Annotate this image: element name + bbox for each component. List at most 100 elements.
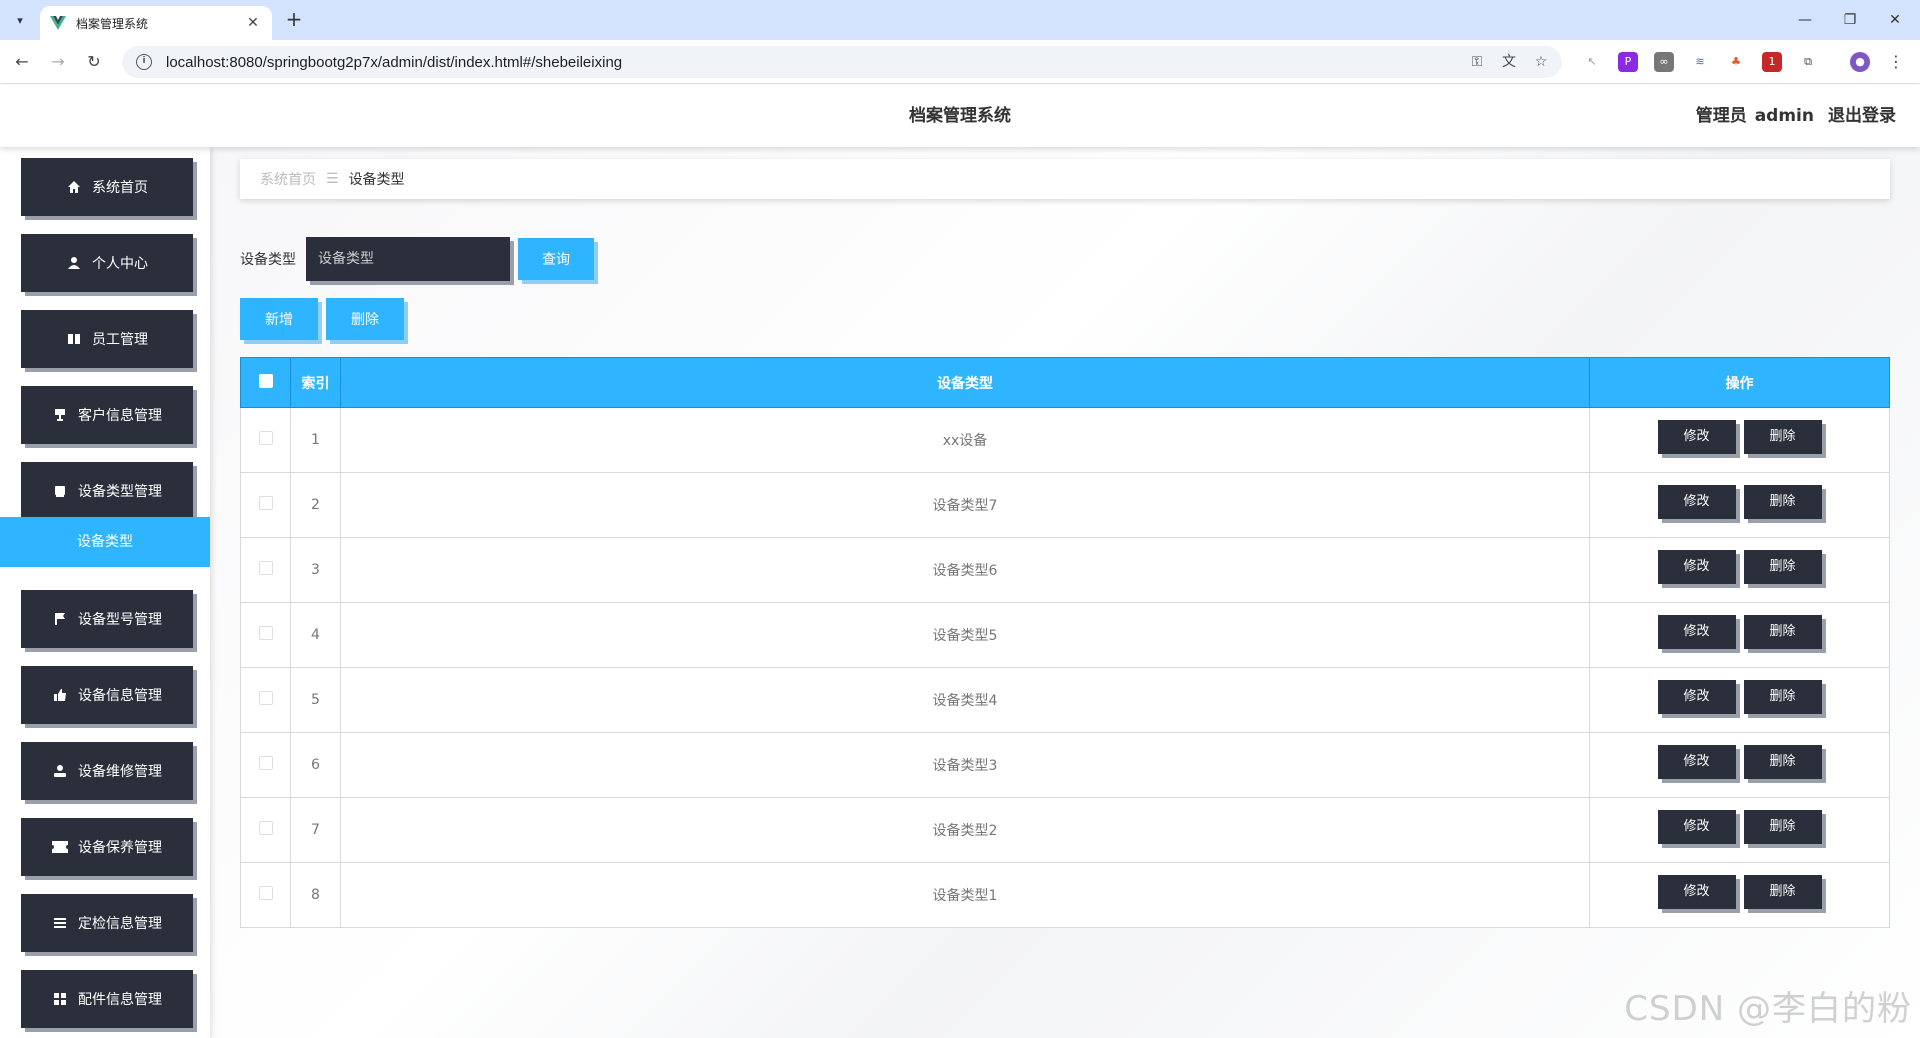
edit-button[interactable]: 修改: [1657, 745, 1736, 779]
extensions-puzzle-icon[interactable]: ⧉: [1798, 52, 1818, 72]
restore-icon[interactable]: ❐: [1835, 8, 1865, 32]
edit-button[interactable]: 修改: [1657, 550, 1736, 584]
edit-button[interactable]: 修改: [1657, 875, 1736, 909]
row-ops: 修改 删除: [1589, 667, 1890, 733]
extension-purple-icon[interactable]: P: [1618, 52, 1638, 72]
sidebar-item-device-repair[interactable]: 设备维修管理: [21, 742, 193, 800]
profile-avatar-icon[interactable]: ●: [1850, 52, 1870, 72]
submenu-item-device-type[interactable]: 设备类型: [0, 517, 210, 567]
vue-favicon-icon: [50, 15, 66, 31]
edit-button[interactable]: 修改: [1657, 810, 1736, 844]
person-icon: [52, 763, 68, 779]
extension-cursor-icon[interactable]: ↖: [1582, 52, 1602, 72]
delete-button[interactable]: 删除: [1743, 875, 1822, 909]
extension-tree-icon[interactable]: ♣: [1726, 52, 1746, 72]
row-checkbox[interactable]: [258, 756, 273, 770]
edit-button[interactable]: 修改: [1657, 485, 1736, 519]
url-text[interactable]: localhost:8080/springbootg2p7x/admin/dis…: [166, 54, 1466, 71]
new-tab-icon[interactable]: +: [282, 8, 306, 32]
search-label: 设备类型: [240, 252, 296, 268]
row-checkbox[interactable]: [258, 496, 273, 510]
extension-shield-icon[interactable]: 1: [1762, 52, 1782, 72]
edit-button[interactable]: 修改: [1657, 420, 1736, 454]
breadcrumb-home[interactable]: 系统首页: [260, 169, 316, 189]
bookmark-star-icon[interactable]: ☆: [1530, 51, 1552, 73]
row-checkbox[interactable]: [258, 886, 273, 900]
delete-button[interactable]: 删除: [1743, 615, 1822, 649]
book-icon: [66, 331, 82, 347]
sidebar-item-inspection[interactable]: 定检信息管理: [21, 894, 193, 952]
reload-icon[interactable]: ↻: [82, 50, 106, 74]
sidebar-item-parts[interactable]: 配件信息管理: [21, 970, 193, 1028]
sidebar-item-device-info[interactable]: 设备信息管理: [21, 666, 193, 724]
ticket-icon: [52, 839, 68, 855]
sidebar-item-customers[interactable]: 客户信息管理: [21, 386, 193, 444]
sidebar-item-device-maintenance[interactable]: 设备保养管理: [21, 818, 193, 876]
sidebar-item-label: 系统首页: [92, 180, 148, 196]
index-header: 索引: [290, 357, 341, 408]
delete-button[interactable]: 删除: [1743, 745, 1822, 779]
row-checkbox[interactable]: [258, 561, 273, 575]
site-info-icon[interactable]: i: [136, 54, 152, 70]
extension-layers-icon[interactable]: ≋: [1690, 52, 1710, 72]
forward-icon[interactable]: →: [46, 50, 70, 74]
row-index: 7: [290, 797, 341, 863]
delete-button[interactable]: 删除: [1743, 680, 1822, 714]
sidebar: 系统首页 个人中心 员工管理 客户信息管理 设备类型管理 设备类型 设备型号管理…: [0, 147, 210, 1038]
sidebar-item-label: 设备型号管理: [78, 612, 162, 628]
table-row: 6 设备类型3 修改 删除: [240, 732, 1890, 798]
row-checkbox[interactable]: [258, 626, 273, 640]
home-icon: [66, 179, 82, 195]
tab-search-icon[interactable]: ▾: [8, 8, 32, 32]
query-button[interactable]: 查询: [518, 238, 594, 280]
edit-button[interactable]: 修改: [1657, 615, 1736, 649]
back-icon[interactable]: ←: [10, 50, 34, 74]
row-checkbox[interactable]: [258, 691, 273, 705]
batch-delete-button[interactable]: 删除: [326, 298, 404, 340]
sidebar-item-device-types[interactable]: 设备类型管理: [21, 462, 193, 520]
sidebar-item-label: 客户信息管理: [78, 408, 162, 424]
delete-button[interactable]: 删除: [1743, 550, 1822, 584]
edit-button[interactable]: 修改: [1657, 680, 1736, 714]
sidebar-item-label: 设备类型管理: [78, 484, 162, 500]
browser-toolbar: ← → ↻ i localhost:8080/springbootg2p7x/a…: [0, 40, 1920, 84]
window-close-icon[interactable]: ✕: [1880, 8, 1910, 32]
csdn-watermark: CSDN @李白的粉: [1624, 989, 1912, 1029]
tab-close-icon[interactable]: ✕: [244, 15, 262, 31]
user-role: 管理员: [1695, 106, 1747, 126]
sidebar-item-staff[interactable]: 员工管理: [21, 310, 193, 368]
type-header: 设备类型: [340, 357, 1590, 408]
row-index: 8: [290, 862, 341, 928]
delete-button[interactable]: 删除: [1743, 810, 1822, 844]
app-header: 档案管理系统 管理员 admin 退出登录: [0, 85, 1920, 147]
select-all-checkbox[interactable]: [258, 373, 273, 388]
action-bar: 新增 删除: [240, 298, 412, 340]
sidebar-item-device-models[interactable]: 设备型号管理: [21, 590, 193, 648]
translate-icon[interactable]: 文: [1498, 51, 1520, 73]
address-bar[interactable]: i localhost:8080/springbootg2p7x/admin/d…: [122, 46, 1562, 78]
browser-menu-icon[interactable]: ⋮: [1886, 52, 1906, 72]
row-select-cell: [240, 667, 291, 733]
add-button[interactable]: 新增: [240, 298, 318, 340]
device-type-search-input[interactable]: [306, 237, 510, 281]
key-icon[interactable]: ⚿: [1466, 51, 1488, 73]
extension-glasses-icon[interactable]: ∞: [1654, 52, 1674, 72]
browser-tab[interactable]: 档案管理系统 ✕: [40, 6, 272, 40]
delete-button[interactable]: 删除: [1743, 485, 1822, 519]
tab-title: 档案管理系统: [76, 16, 149, 31]
logout-button[interactable]: 退出登录: [1828, 106, 1896, 126]
row-ops: 修改 删除: [1589, 472, 1890, 538]
minimize-icon[interactable]: —: [1790, 8, 1820, 32]
browser-tabbar: ▾ 档案管理系统 ✕ + — ❐ ✕: [0, 0, 1920, 40]
sidebar-item-label: 设备信息管理: [78, 688, 162, 704]
table-row: 7 设备类型2 修改 删除: [240, 797, 1890, 863]
row-index: 5: [290, 667, 341, 733]
sidebar-item-label: 设备保养管理: [78, 840, 162, 856]
delete-button[interactable]: 删除: [1743, 420, 1822, 454]
table-row: 5 设备类型4 修改 删除: [240, 667, 1890, 733]
sidebar-item-home[interactable]: 系统首页: [21, 158, 193, 216]
sidebar-item-profile[interactable]: 个人中心: [21, 234, 193, 292]
row-checkbox[interactable]: [258, 821, 273, 835]
row-select-cell: [240, 797, 291, 863]
row-checkbox[interactable]: [258, 431, 273, 445]
